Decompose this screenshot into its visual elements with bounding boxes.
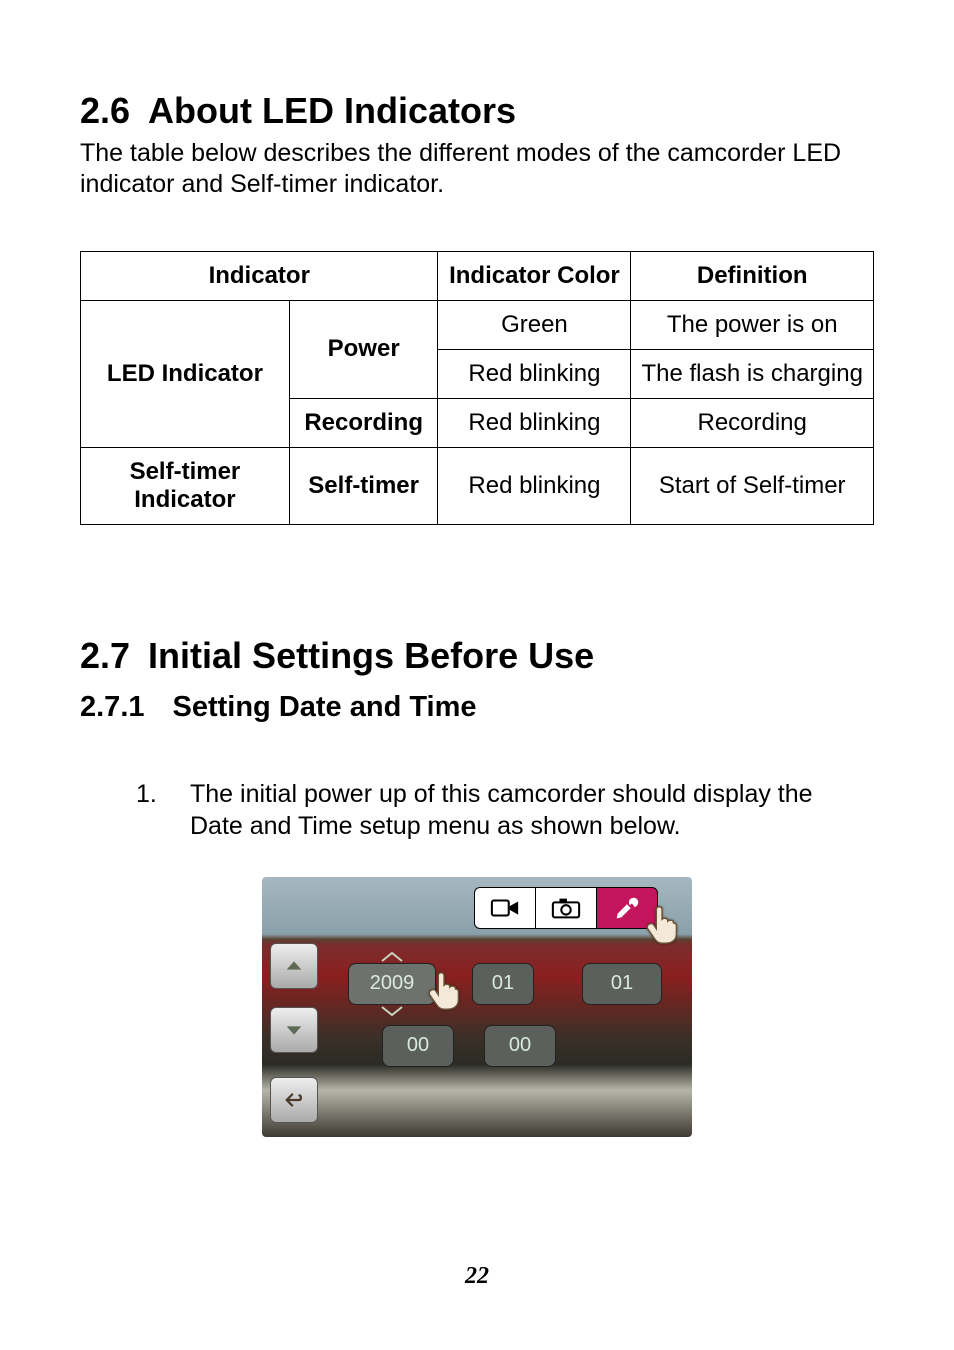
section-number: 2.7 — [80, 635, 130, 676]
subsection-title: Setting Date and Time — [173, 691, 477, 723]
led-indicator-table: Indicator Indicator Color Definition LED… — [80, 251, 874, 525]
back-button[interactable] — [270, 1077, 318, 1123]
cell-led-indicator: LED Indicator — [81, 300, 290, 447]
list-item: 1. The initial power up of this camcorde… — [136, 778, 874, 843]
section-number: 2.6 — [80, 90, 130, 131]
minute-field[interactable]: 00 — [484, 1025, 556, 1067]
field-down-icon — [380, 1005, 404, 1017]
mode-tabs — [474, 887, 658, 929]
section-heading-2-7: 2.7 Initial Settings Before Use — [80, 635, 874, 677]
section-title: About LED Indicators — [148, 90, 516, 131]
section-intro: The table below describes the different … — [80, 138, 874, 201]
arrow-up-button[interactable] — [270, 943, 318, 989]
list-text: The initial power up of this camcorder s… — [190, 778, 874, 843]
cell-recording: Recording — [289, 398, 438, 447]
hand-pointer-icon — [422, 967, 468, 1013]
cell-power: Power — [289, 300, 438, 398]
cell-color: Green — [438, 300, 631, 349]
cell-def: The power is on — [631, 300, 874, 349]
th-definition: Definition — [631, 251, 874, 300]
cell-self-timer: Self-timer — [289, 447, 438, 524]
cell-color: Red blinking — [438, 447, 631, 524]
cell-color: Red blinking — [438, 398, 631, 447]
cell-self-timer-indicator: Self-timer Indicator — [81, 447, 290, 524]
tab-photo[interactable] — [535, 887, 596, 929]
day-field[interactable]: 01 — [582, 963, 662, 1005]
subsection-number: 2.7.1 — [80, 691, 145, 723]
cell-def: Start of Self-timer — [631, 447, 874, 524]
th-indicator: Indicator — [81, 251, 438, 300]
list-number: 1. — [136, 778, 190, 843]
cell-def: Recording — [631, 398, 874, 447]
hour-field[interactable]: 00 — [382, 1025, 454, 1067]
date-time-setup-figure: 2009 01 01 00 00 — [262, 877, 692, 1137]
cell-color: Red blinking — [438, 349, 631, 398]
th-indicator-color: Indicator Color — [438, 251, 631, 300]
arrow-down-button[interactable] — [270, 1007, 318, 1053]
subsection-heading-2-7-1: 2.7.1 Setting Date and Time — [80, 691, 874, 724]
cell-def: The flash is charging — [631, 349, 874, 398]
section-heading-2-6: 2.6 About LED Indicators — [80, 90, 874, 132]
page-number: 22 — [0, 1263, 954, 1290]
month-field[interactable]: 01 — [472, 963, 534, 1005]
field-up-icon — [380, 951, 404, 963]
hand-pointer-icon — [640, 901, 686, 947]
section-title: Initial Settings Before Use — [148, 635, 594, 676]
tab-video[interactable] — [474, 887, 535, 929]
